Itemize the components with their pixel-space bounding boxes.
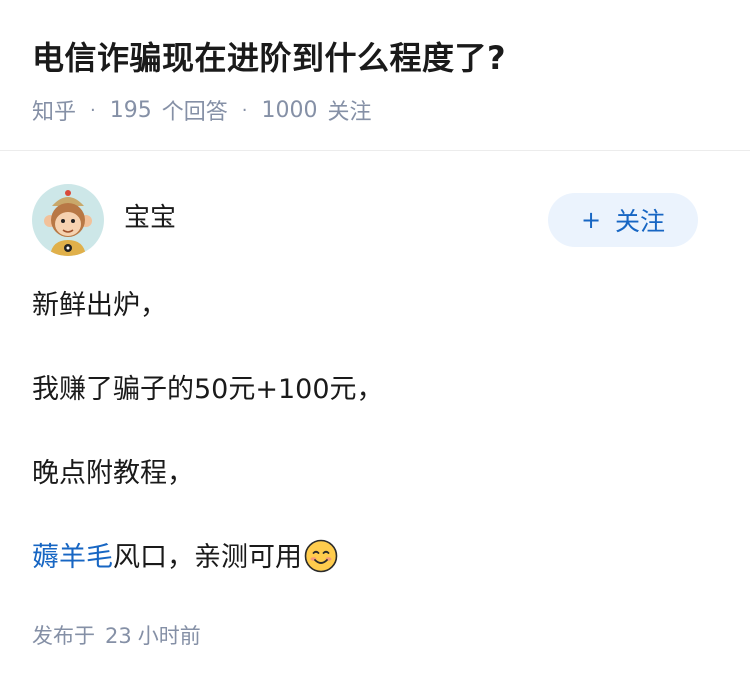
cartoon-monkey-avatar-icon	[32, 184, 104, 256]
meta-separator: ·	[90, 99, 96, 121]
keyword-link[interactable]: 薅羊毛	[32, 542, 113, 573]
author-row: 宝宝 + 关注	[0, 180, 750, 260]
answer-paragraph: 晚点附教程，	[32, 458, 194, 489]
meta-separator: ·	[241, 99, 248, 121]
publish-time: 发布于 23 小时前	[32, 620, 201, 652]
smiling-face-icon	[304, 539, 338, 573]
answer-paragraph: 我赚了骗子的50元+100元，	[32, 374, 384, 405]
follower-count: 1000	[261, 97, 318, 123]
follower-label: 关注	[327, 100, 372, 125]
question-title[interactable]: 电信诈骗现在进阶到什么程度了?	[32, 34, 506, 82]
author-name[interactable]: 宝宝	[124, 200, 176, 236]
publish-unit: 小时前	[137, 624, 201, 648]
answer-paragraph: 新鲜出炉，	[32, 290, 167, 321]
follow-button-label: 关注	[615, 207, 666, 236]
answer-count-label: 个回答	[161, 100, 228, 125]
answer-paragraph-last: 薅羊毛风口，亲测可用	[32, 538, 338, 578]
publish-value: 23	[105, 624, 132, 648]
question-header: 电信诈骗现在进阶到什么程度了? 知乎 · 195 个回答 · 1000 关注	[0, 0, 750, 151]
follow-button[interactable]: + 关注	[548, 193, 698, 247]
avatar[interactable]	[32, 184, 104, 256]
source-label[interactable]: 知乎	[32, 94, 76, 126]
plus-icon: +	[580, 206, 602, 234]
question-meta: 知乎 · 195 个回答 · 1000 关注	[32, 92, 372, 128]
answer-count: 195	[109, 97, 152, 123]
answer-paragraph-text: 风口，亲测可用	[113, 542, 302, 573]
publish-label: 发布于	[32, 624, 95, 648]
